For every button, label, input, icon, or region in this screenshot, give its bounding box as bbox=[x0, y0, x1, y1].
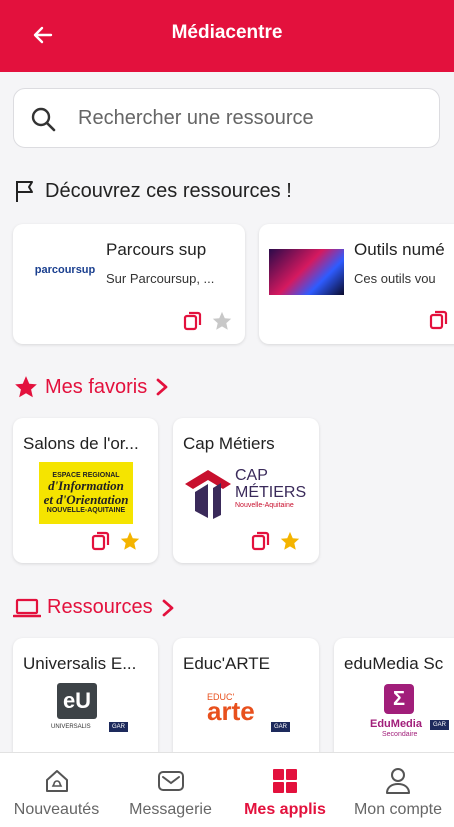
search-icon bbox=[30, 106, 56, 137]
card-name: eduMedia Sc bbox=[344, 654, 444, 673]
mail-icon bbox=[157, 771, 184, 791]
star-icon[interactable] bbox=[119, 530, 141, 552]
resources-section-title[interactable]: Ressources bbox=[13, 596, 175, 619]
star-icon[interactable] bbox=[279, 530, 301, 552]
flag-icon bbox=[16, 181, 33, 202]
sigma-icon: Σ bbox=[384, 684, 414, 714]
tab-nouveautes[interactable]: Nouveautés bbox=[0, 753, 113, 827]
card-description: Ces outils vou bbox=[354, 271, 436, 286]
user-icon bbox=[386, 768, 410, 794]
bottom-navigation: Nouveautés Messagerie Mes applis Mon com… bbox=[0, 752, 454, 827]
favorite-card-cap-metiers[interactable]: Cap Métiers CAP MÉTIERS Nouvelle-Aquitai… bbox=[173, 418, 319, 563]
cap-metiers-logo: CAP MÉTIERS Nouvelle-Aquitaine bbox=[183, 466, 313, 522]
card-name: Salons de l'or... bbox=[23, 434, 139, 453]
copy-icon[interactable] bbox=[251, 531, 271, 551]
card-name: Outils numé bbox=[354, 240, 445, 259]
copy-icon[interactable] bbox=[183, 311, 203, 331]
card-description: Sur Parcoursup, ... bbox=[106, 271, 215, 286]
card-name: Cap Métiers bbox=[183, 434, 275, 453]
tab-messagerie[interactable]: Messagerie bbox=[113, 753, 228, 827]
apps-grid-icon bbox=[273, 769, 297, 793]
app-header: Médiacentre bbox=[0, 0, 454, 72]
star-icon[interactable] bbox=[211, 310, 233, 332]
chevron-right-icon bbox=[156, 378, 168, 396]
star-icon bbox=[15, 376, 37, 398]
cap-metiers-logo-mark bbox=[185, 470, 231, 519]
card-name: Educ'ARTE bbox=[183, 654, 271, 673]
tab-mes-applis[interactable]: Mes applis bbox=[228, 753, 342, 827]
edumedia-logo: EduMedia bbox=[370, 718, 422, 730]
gar-badge: GAR bbox=[109, 722, 129, 732]
home-bell-icon bbox=[45, 770, 68, 792]
gar-badge: GAR bbox=[271, 722, 291, 732]
educarte-logo: arte bbox=[207, 696, 255, 726]
copy-icon[interactable] bbox=[91, 531, 111, 551]
card-name: Parcours sup bbox=[106, 240, 207, 259]
card-image bbox=[269, 249, 344, 295]
favorites-section-title[interactable]: Mes favoris bbox=[13, 374, 169, 400]
gar-badge: GAR bbox=[430, 720, 450, 730]
salons-logo: ESPACE REGIONAL d'Information et d'Orien… bbox=[39, 462, 133, 524]
discover-section-title: Découvrez ces ressources ! bbox=[13, 178, 292, 204]
search-bar[interactable]: Rechercher une ressource bbox=[13, 88, 440, 148]
resource-card-outils-numeriques[interactable]: Outils numé Ces outils vou bbox=[259, 224, 454, 344]
page-title: Médiacentre bbox=[171, 22, 283, 43]
favorite-card-salons[interactable]: Salons de l'or... ESPACE REGIONAL d'Info… bbox=[13, 418, 158, 563]
chevron-right-icon bbox=[162, 599, 174, 616]
copy-icon[interactable] bbox=[429, 310, 449, 330]
card-name: Universalis E... bbox=[23, 654, 137, 673]
laptop-icon bbox=[13, 598, 41, 617]
search-input[interactable]: Rechercher une ressource bbox=[78, 107, 314, 130]
universalis-logo: eU bbox=[57, 683, 97, 719]
tab-mon-compte[interactable]: Mon compte bbox=[342, 753, 454, 827]
parcoursup-logo: parcoursup bbox=[34, 264, 96, 276]
resource-card-parcoursup[interactable]: parcoursup Parcours sup Sur Parcoursup, … bbox=[13, 224, 245, 344]
